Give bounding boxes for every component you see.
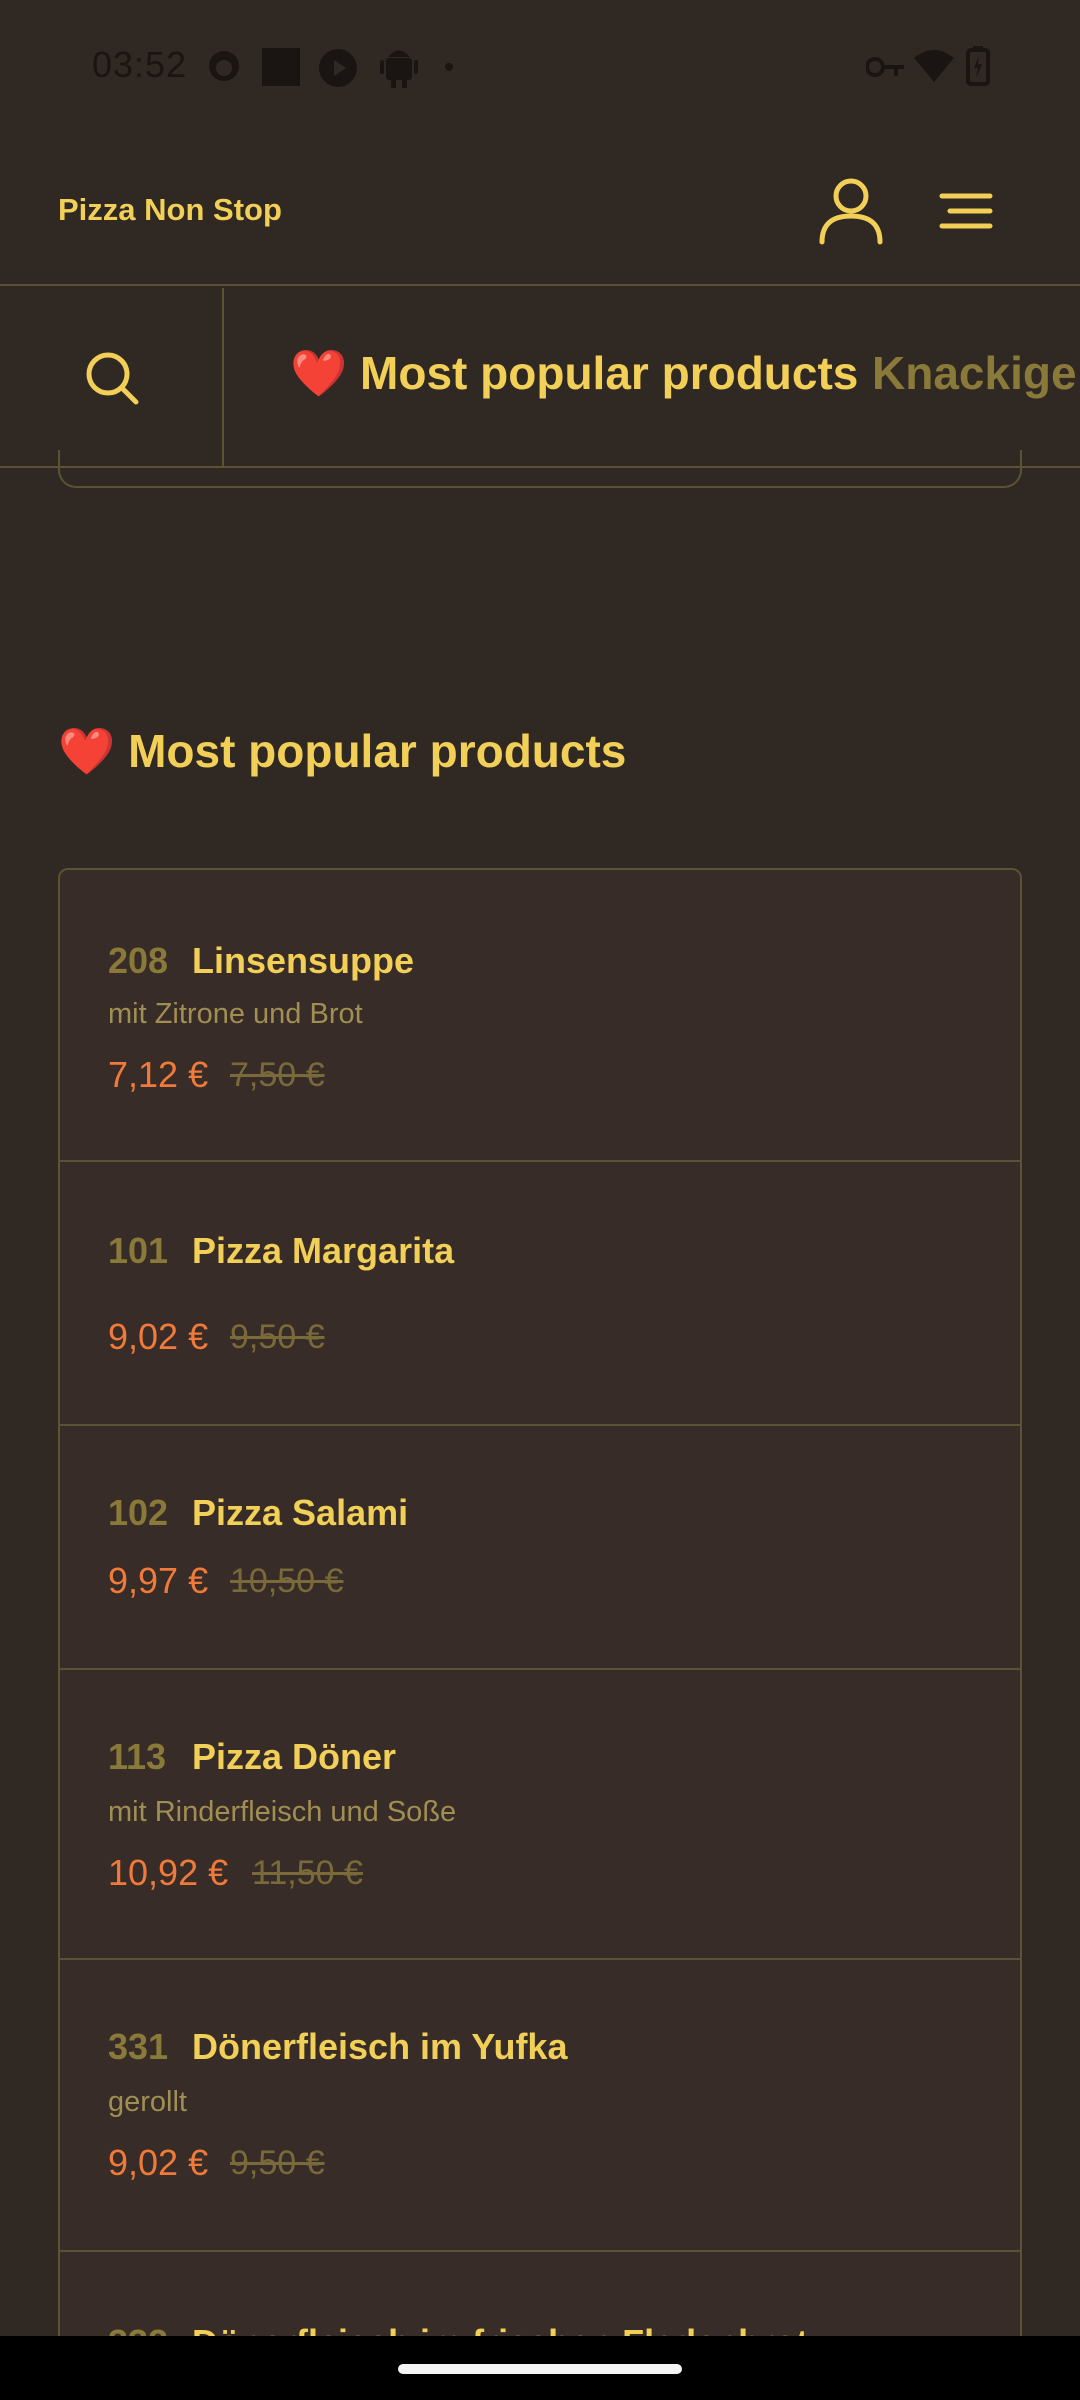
- product-name: Dönerfleisch im Yufka: [192, 2026, 568, 2067]
- home-indicator[interactable]: [398, 2364, 682, 2374]
- product-name: Linsensuppe: [192, 940, 415, 981]
- search-button[interactable]: [0, 288, 224, 466]
- product-number: 208: [108, 940, 169, 981]
- status-time: 03:52: [92, 44, 188, 85]
- wifi-icon: [914, 50, 954, 82]
- product-description: mit Rinderfleisch und Soße: [108, 1796, 457, 1828]
- menu-icon: [939, 193, 993, 229]
- app-notification-icon: [209, 51, 239, 81]
- key-icon: [866, 57, 904, 77]
- user-icon: [819, 178, 883, 245]
- product-old-price: 10,50 €: [230, 1562, 344, 1600]
- account-button[interactable]: [816, 176, 886, 246]
- product-item[interactable]: 331 Dönerfleisch im Yufka gerollt 9,02 €…: [60, 1960, 1020, 2252]
- tab-most-popular[interactable]: ❤️ Most popular products: [290, 346, 858, 401]
- product-description: gerollt: [108, 2086, 187, 2118]
- product-description: mit Zitrone und Brot: [108, 998, 363, 1030]
- product-item[interactable]: 101 Pizza Margarita 9,02 € 9,50 €: [60, 1162, 1020, 1426]
- android-icon: [380, 50, 418, 88]
- product-price: 7,12 €: [108, 1054, 209, 1095]
- product-price: 9,02 €: [108, 2142, 209, 2183]
- product-number: 331: [108, 2026, 169, 2067]
- section-title-text: Most popular products: [128, 725, 627, 777]
- product-old-price: 7,50 €: [230, 1056, 325, 1094]
- app-header: Pizza Non Stop: [0, 134, 1080, 286]
- heart-icon: ❤️: [58, 725, 116, 777]
- product-old-price: 9,50 €: [230, 2144, 325, 2182]
- product-item[interactable]: 208 Linsensuppe mit Zitrone und Brot 7,1…: [60, 870, 1020, 1162]
- tab-knackige[interactable]: Knackige: [872, 346, 1077, 400]
- square-notification-icon: [262, 48, 300, 86]
- search-icon: [86, 352, 139, 405]
- product-name: Pizza Margarita: [192, 1230, 455, 1271]
- product-number: 101: [108, 1230, 169, 1271]
- product-list: 208 Linsensuppe mit Zitrone und Brot 7,1…: [58, 868, 1022, 2372]
- play-notification-icon: [319, 49, 357, 87]
- section-title: ❤️ Most popular products: [58, 724, 626, 779]
- product-price: 10,92 €: [108, 1852, 229, 1893]
- product-name: Pizza Salami: [192, 1492, 409, 1533]
- product-name: Pizza Döner: [192, 1736, 397, 1777]
- menu-button[interactable]: [930, 176, 1000, 246]
- status-bar: 03:52: [0, 0, 1080, 134]
- product-item[interactable]: 102 Pizza Salami 9,97 € 10,50 €: [60, 1426, 1020, 1670]
- product-number: 113: [108, 1736, 167, 1777]
- product-number: 102: [108, 1492, 169, 1533]
- product-item[interactable]: 113 Pizza Döner mit Rinderfleisch und So…: [60, 1670, 1020, 1960]
- product-price: 9,97 €: [108, 1560, 209, 1601]
- product-price: 9,02 €: [108, 1316, 209, 1357]
- gesture-navigation-bar: [0, 2336, 1080, 2400]
- product-old-price: 9,50 €: [230, 1318, 325, 1356]
- dot-icon: [445, 63, 453, 71]
- product-old-price: 11,50 €: [252, 1854, 363, 1892]
- previous-card-edge: [58, 450, 1022, 488]
- battery-icon: [966, 46, 990, 86]
- brand-title[interactable]: Pizza Non Stop: [58, 192, 282, 228]
- category-nav[interactable]: ❤️ Most popular products Knackige: [0, 288, 1080, 468]
